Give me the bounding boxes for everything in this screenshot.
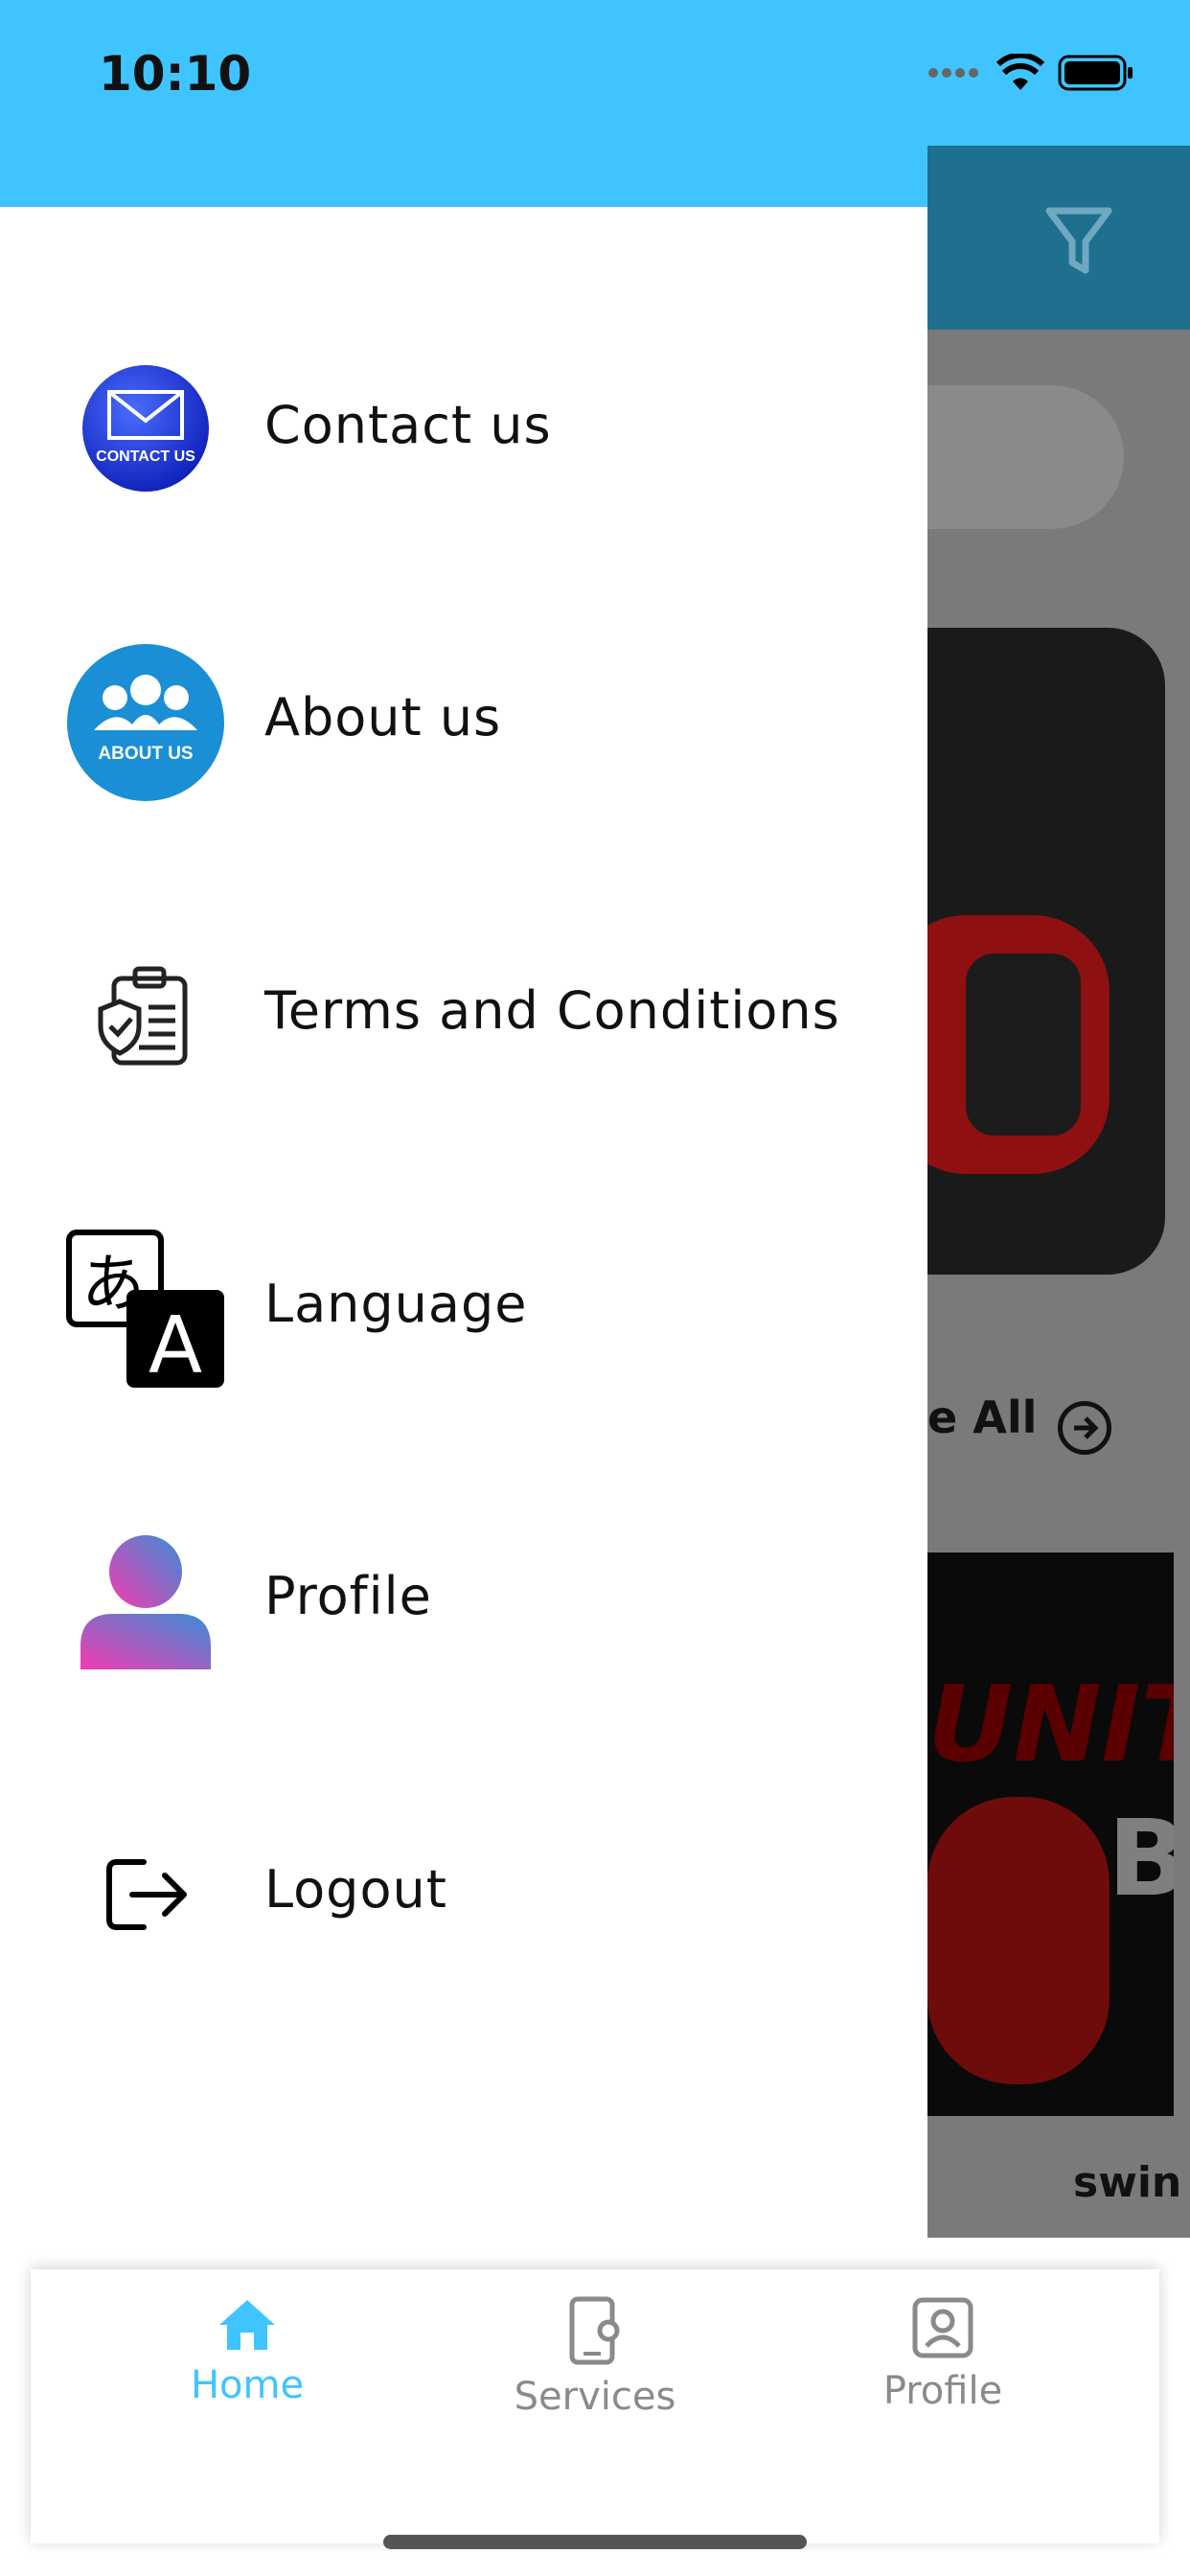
person-icon: [63, 1519, 228, 1684]
background-list-title: swin: [1073, 2158, 1182, 2207]
boxing-glove-detail: [966, 954, 1081, 1136]
menu-item-contact-us[interactable]: CONTACT US Contact us: [0, 316, 927, 508]
wifi-icon: [996, 54, 1044, 90]
battery-icon: [1058, 55, 1133, 91]
home-indicator[interactable]: [383, 2535, 807, 2549]
nav-label-home: Home: [190, 2363, 305, 2407]
menu-item-logout[interactable]: Logout: [0, 1781, 927, 1972]
menu-label-logout: Logout: [264, 1859, 447, 1920]
nav-tab-home[interactable]: Home: [103, 2296, 391, 2407]
clipboard-shield-icon: [63, 933, 228, 1098]
language-glyph-latin: A: [149, 1300, 202, 1390]
see-all-link: e All: [927, 1392, 1038, 1443]
background-search-bar: [927, 385, 1124, 529]
drawer-header: [0, 146, 927, 207]
nav-tab-services[interactable]: Services: [451, 2296, 739, 2419]
menu-label-about-us: About us: [264, 687, 502, 748]
background-banner-image: [927, 628, 1165, 1275]
filter-icon: [1045, 207, 1112, 274]
home-icon: [219, 2300, 275, 2350]
language-icon: あ A: [63, 1227, 228, 1392]
club-image-text-1: UNIT: [927, 1663, 1174, 1785]
about-us-icon: ABOUT US: [63, 640, 228, 805]
menu-item-language[interactable]: あ A Language: [0, 1195, 927, 1390]
bottom-navigation-bar: Home Services Profile: [31, 2269, 1159, 2543]
about-us-badge-text: ABOUT US: [98, 744, 193, 764]
nav-label-services: Services: [514, 2375, 676, 2419]
background-app-bar: [927, 146, 1190, 330]
menu-item-about-us[interactable]: ABOUT US About us: [0, 609, 927, 801]
contact-us-icon: CONTACT US: [63, 348, 228, 513]
contact-us-badge-text: CONTACT US: [96, 448, 195, 465]
profile-card-icon: [912, 2297, 973, 2358]
background-club-image: UNIT Bo: [927, 1552, 1174, 2116]
logout-icon: [63, 1812, 228, 1977]
status-icons: [927, 54, 1134, 92]
status-bar: 10:10: [0, 0, 1190, 146]
nav-tab-profile[interactable]: Profile: [799, 2296, 1087, 2413]
menu-item-terms[interactable]: Terms and Conditions: [0, 902, 927, 1093]
navigation-drawer: CONTACT US Contact us ABOUT US About us: [0, 146, 927, 2238]
menu-label-contact-us: Contact us: [264, 395, 552, 455]
signal-icon: [928, 68, 978, 78]
menu-item-profile[interactable]: Profile: [0, 1487, 927, 1679]
menu-label-profile: Profile: [264, 1566, 432, 1626]
status-time: 10:10: [99, 46, 252, 102]
arrow-right-circle-icon: [1058, 1401, 1111, 1455]
menu-label-terms: Terms and Conditions: [264, 980, 840, 1041]
menu-label-language: Language: [264, 1274, 528, 1334]
background-page-overlay[interactable]: e All UNIT Bo swin: [927, 146, 1190, 2238]
boxing-glove-image-2: [927, 1797, 1110, 2084]
nav-label-profile: Profile: [882, 2369, 1003, 2413]
phone-gear-icon: [569, 2296, 620, 2365]
club-image-text-2: Bo: [1108, 1797, 1174, 1920]
